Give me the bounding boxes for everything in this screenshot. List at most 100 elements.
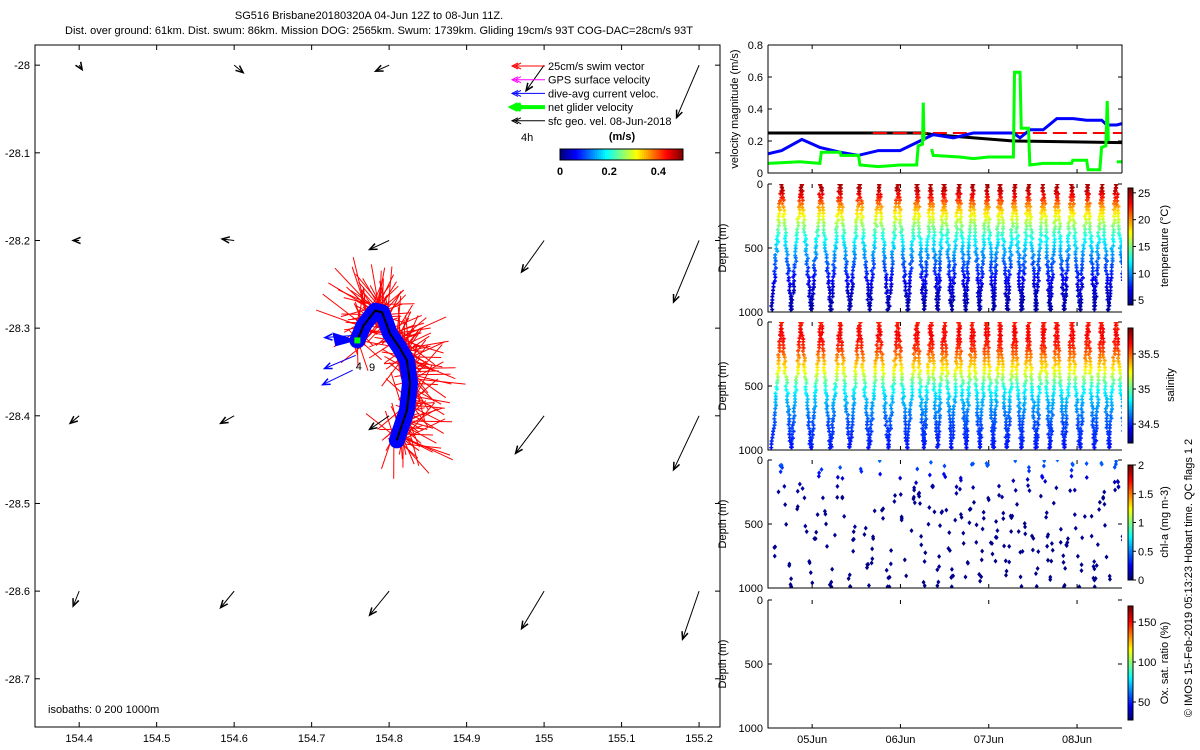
profile-point	[1120, 534, 1122, 539]
profile-point	[1016, 397, 1021, 402]
legend-interval: 4h	[521, 132, 533, 144]
profile-point	[944, 507, 949, 513]
profile-point	[1032, 284, 1037, 289]
profile-point	[916, 220, 921, 225]
profile-point	[1002, 406, 1007, 411]
profile-point	[1121, 283, 1122, 285]
profile-point	[772, 553, 777, 559]
profile-point	[1039, 220, 1044, 225]
profile-point	[1082, 514, 1087, 520]
date-tick-label: 06Jun	[885, 734, 915, 746]
profile-point	[1068, 488, 1073, 494]
profile-point	[915, 466, 920, 472]
profile-point	[1013, 460, 1018, 464]
profile-point	[769, 445, 774, 450]
profile-point	[989, 278, 994, 283]
profile-point	[802, 495, 807, 501]
profile-point	[804, 252, 809, 257]
profile-point	[872, 387, 877, 392]
y-tick-label: 1000	[739, 583, 763, 595]
profile-point	[1043, 478, 1048, 484]
profile-point	[791, 409, 796, 414]
profile-point	[1094, 416, 1099, 421]
profile-point	[986, 355, 991, 360]
profile-point	[975, 406, 980, 411]
profile-point	[853, 377, 858, 382]
profile-point	[813, 384, 818, 389]
profile-point	[853, 365, 858, 370]
profile-point	[845, 284, 850, 289]
profile-point	[909, 528, 914, 534]
profile-point	[872, 384, 877, 389]
y-tick-label: 0.2	[748, 136, 763, 148]
profile-point	[1046, 278, 1050, 283]
profile-point	[1104, 400, 1109, 405]
profile-point	[1121, 420, 1122, 423]
profile-point	[1088, 230, 1093, 235]
profile-point	[1095, 390, 1100, 395]
geostrophic-velocity-arrow	[75, 61, 84, 72]
profile-point	[1045, 557, 1050, 563]
profile-point	[904, 573, 909, 579]
profile-point	[871, 396, 876, 401]
colorbar-tick-label: 15	[1138, 242, 1150, 254]
colorbar-label: chl-a (mg m-3)	[1159, 486, 1171, 558]
legend-label: net glider velocity	[548, 102, 633, 114]
profile-point	[993, 413, 998, 418]
profile-point	[816, 358, 821, 363]
profile-point	[972, 226, 977, 231]
profile-point	[1023, 531, 1028, 537]
profile-point	[919, 542, 924, 548]
profile-point	[902, 268, 907, 273]
profile-point	[903, 410, 908, 415]
axes-frame	[767, 600, 1122, 729]
profile-point	[1083, 233, 1088, 238]
profile-point	[797, 481, 802, 487]
profile-point	[908, 403, 913, 408]
profile-point	[1040, 184, 1045, 187]
geostrophic-velocity-arrow	[71, 236, 81, 245]
profile-point	[944, 217, 949, 222]
profile-point	[800, 486, 805, 492]
profile-point	[820, 495, 825, 501]
profile-point	[1095, 542, 1100, 548]
profile-point	[1079, 272, 1084, 277]
profile-point	[1120, 275, 1122, 280]
profile-point	[958, 211, 963, 215]
profile-point	[803, 523, 808, 529]
profile-point	[947, 413, 952, 418]
profile-point	[859, 207, 864, 212]
profile-point	[980, 403, 985, 408]
profile-point	[925, 371, 930, 376]
profile-point	[1003, 572, 1008, 578]
profile-point	[842, 387, 847, 392]
geostrophic-velocity-arrow	[514, 415, 545, 455]
profile-point	[1109, 265, 1114, 270]
profile-point	[937, 268, 942, 273]
profile-point	[804, 381, 809, 386]
profile-point	[780, 201, 785, 206]
profile-point	[1000, 211, 1005, 216]
swim-vector	[403, 433, 434, 436]
profile-point	[1035, 566, 1040, 572]
colorbar-tick-label: 150	[1138, 617, 1156, 629]
profile-point	[1016, 529, 1021, 535]
dive-number-label: 4	[356, 361, 362, 373]
profile-point	[950, 419, 955, 424]
geostrophic-velocity-arrow	[68, 415, 80, 425]
depth-section-panel: 05001000Depth (m)34.53535.5salinity	[717, 317, 1177, 457]
profile-point	[931, 220, 936, 225]
profile-point	[1057, 348, 1062, 353]
profile-point	[931, 242, 936, 247]
profile-point	[937, 397, 942, 402]
profile-point	[900, 240, 905, 245]
profile-point	[926, 521, 931, 527]
profile-point	[1037, 390, 1042, 395]
profile-point	[927, 230, 932, 235]
profile-point	[1007, 400, 1012, 405]
profile-point	[960, 256, 965, 261]
profile-point	[891, 368, 896, 373]
profile-point	[853, 381, 858, 386]
profile-point	[979, 557, 984, 563]
profile-point	[776, 361, 781, 366]
